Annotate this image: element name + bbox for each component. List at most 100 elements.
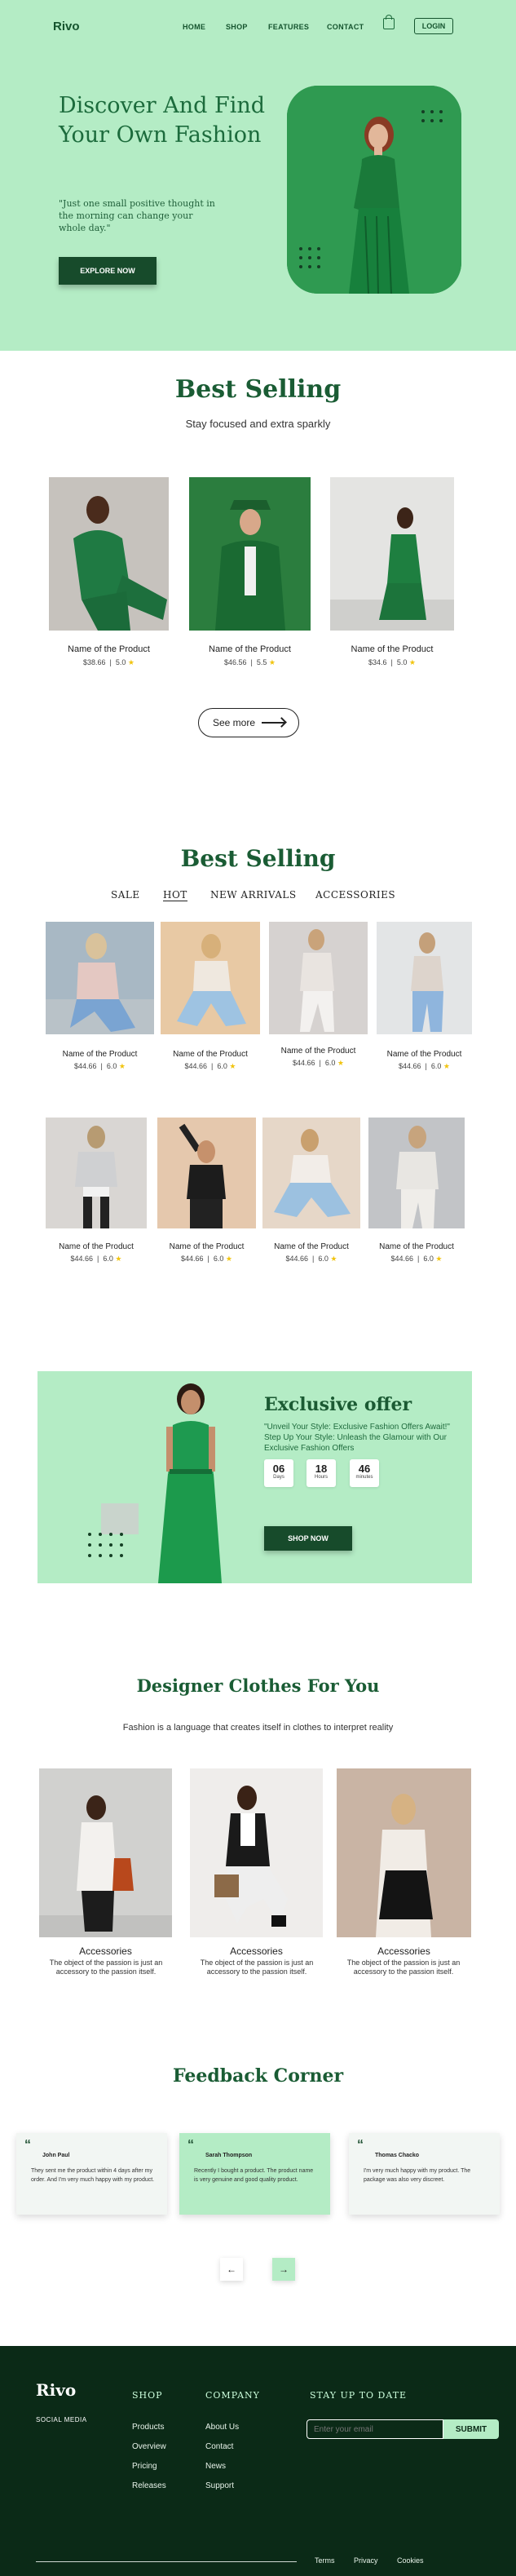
designer-item-text: The object of the passion is just an acc…: [346, 1959, 461, 1976]
product-image[interactable]: [377, 922, 472, 1034]
product-name: Name of the Product: [379, 1242, 454, 1251]
countdown-hours-value: 18: [315, 1463, 328, 1475]
tab-new-arrivals[interactable]: NEW ARRIVALS: [210, 889, 297, 901]
quote-icon: “: [357, 2138, 364, 2152]
footer-link-news[interactable]: News: [205, 2462, 226, 2471]
footer-link-releases[interactable]: Releases: [132, 2481, 166, 2490]
product-meta: $44.66 | 6.0 ★: [181, 1255, 232, 1263]
feedback-text: Recently I bought a product. The product…: [194, 2168, 314, 2183]
designer-subtitle: Fashion is a language that creates itsel…: [122, 1723, 394, 1733]
tab-accessories[interactable]: ACCESSORIES: [315, 889, 395, 901]
product-rating: 6.0: [423, 1255, 434, 1263]
footer-link-support[interactable]: Support: [205, 2481, 234, 2490]
tab-sale[interactable]: SALE: [111, 889, 140, 901]
quote-icon: “: [187, 2138, 194, 2152]
submit-button[interactable]: SUBMIT: [443, 2419, 499, 2439]
product-name: Name of the Product: [169, 1242, 245, 1251]
login-button[interactable]: LOGIN: [414, 18, 453, 34]
product-image[interactable]: [269, 922, 368, 1034]
product-meta: $34.6 | 5.0 ★: [368, 658, 416, 666]
designer-item-title: Accessories: [377, 1945, 430, 1957]
product-name: Name of the Product: [209, 644, 291, 654]
see-more-label: See more: [212, 717, 256, 728]
shopping-bag-icon[interactable]: [383, 15, 395, 29]
countdown-minutes-value: 46: [358, 1463, 371, 1475]
product-meta: $44.66 | 6.0 ★: [184, 1062, 236, 1070]
next-arrow-button[interactable]: →: [272, 2258, 295, 2281]
email-input[interactable]: [307, 2419, 443, 2439]
explore-now-button[interactable]: EXPLORE NOW: [59, 257, 157, 285]
product-image[interactable]: [157, 1118, 256, 1228]
footer-link-about[interactable]: About Us: [205, 2423, 239, 2432]
product-price: $46.56: [224, 658, 247, 666]
nav-shop-link[interactable]: SHOP: [226, 23, 248, 31]
footer-link-privacy[interactable]: Privacy: [354, 2556, 378, 2565]
offer-text: "Unveil Your Style: Exclusive Fashion Of…: [264, 1423, 450, 1453]
nav-home-link[interactable]: HOME: [183, 23, 205, 31]
product-rating: 6.0: [217, 1062, 227, 1070]
product-meta: $38.66 | 5.0 ★: [83, 658, 135, 666]
feedback-title: Feedback Corner: [172, 2065, 344, 2087]
designer-item-text: The object of the passion is just an acc…: [200, 1959, 314, 1976]
designer-image[interactable]: [39, 1768, 172, 1937]
product-image[interactable]: [368, 1118, 465, 1228]
product-price: $44.66: [74, 1062, 97, 1070]
nav-contact-link[interactable]: CONTACT: [327, 23, 364, 31]
arrow-right-icon: →: [279, 2264, 289, 2275]
footer-link-pricing[interactable]: Pricing: [132, 2462, 157, 2471]
see-more-button[interactable]: See more: [198, 708, 299, 737]
feedback-card: “ John Paul They sent me the product wit…: [16, 2133, 167, 2215]
star-icon: ★: [115, 1255, 122, 1263]
footer-logo[interactable]: Rivo: [36, 2380, 76, 2400]
quote-icon: “: [24, 2138, 31, 2152]
designer-item-text: The object of the passion is just an acc…: [49, 1959, 163, 1976]
designer-image[interactable]: [337, 1768, 471, 1937]
product-meta: $46.56 | 5.5 ★: [224, 658, 276, 666]
product-image[interactable]: [262, 1118, 360, 1228]
product-rating: 5.0: [396, 658, 408, 666]
product-image[interactable]: [46, 922, 154, 1034]
product-price: $44.66: [184, 1062, 208, 1070]
product-image[interactable]: [189, 477, 311, 631]
shop-heading: SHOP: [132, 2390, 163, 2401]
feedback-text: They sent me the product within 4 days a…: [31, 2168, 155, 2183]
dots-decoration: [299, 247, 320, 268]
star-icon: ★: [337, 1059, 344, 1067]
product-meta: $44.66 | 6.0 ★: [285, 1255, 337, 1263]
product-image[interactable]: [49, 477, 169, 631]
product-image[interactable]: [330, 477, 454, 631]
product-image[interactable]: [46, 1118, 147, 1228]
product-price: $44.66: [285, 1255, 309, 1263]
product-price: $38.66: [83, 658, 106, 666]
offer-model-image: [158, 1383, 222, 1583]
nav-features-link[interactable]: FEATURES: [268, 23, 309, 31]
product-name: Name of the Product: [173, 1050, 248, 1059]
product-price: $44.66: [293, 1059, 315, 1067]
footer-link-contact[interactable]: Contact: [205, 2442, 233, 2451]
product-name: Name of the Product: [274, 1242, 349, 1251]
newsletter-heading: STAY UP TO DATE: [310, 2390, 408, 2401]
shop-now-button[interactable]: SHOP NOW: [264, 1526, 352, 1551]
hero-section: Rivo HOME SHOP FEATURES CONTACT LOGIN Di…: [0, 0, 516, 351]
tab-hot[interactable]: HOT: [163, 889, 187, 901]
product-rating: 6.0: [106, 1062, 117, 1070]
footer-link-cookies[interactable]: Cookies: [397, 2556, 424, 2565]
star-icon: ★: [443, 1062, 450, 1070]
product-image[interactable]: [161, 922, 260, 1034]
star-icon: ★: [118, 1062, 126, 1070]
footer-link-products[interactable]: Products: [132, 2423, 164, 2432]
nav-logo[interactable]: Rivo: [53, 20, 80, 33]
feedback-text: I'm very much happy with my product. The…: [364, 2168, 471, 2183]
footer-link-terms[interactable]: Terms: [315, 2556, 335, 2565]
product-name: Name of the Product: [280, 1047, 356, 1056]
footer-link-overview[interactable]: Overview: [132, 2442, 166, 2451]
countdown-days-value: 06: [272, 1463, 285, 1475]
product-meta: $44.66 | 6.0 ★: [390, 1255, 443, 1263]
prev-arrow-button[interactable]: ←: [220, 2258, 243, 2281]
product-meta: $44.66 | 6.0 ★: [293, 1059, 344, 1067]
decor-block: [101, 1503, 139, 1534]
product-rating: 5.5: [256, 658, 267, 666]
product-name: Name of the Product: [68, 644, 150, 654]
best-selling-title-2: Best Selling: [180, 845, 336, 872]
designer-image[interactable]: [190, 1768, 323, 1937]
